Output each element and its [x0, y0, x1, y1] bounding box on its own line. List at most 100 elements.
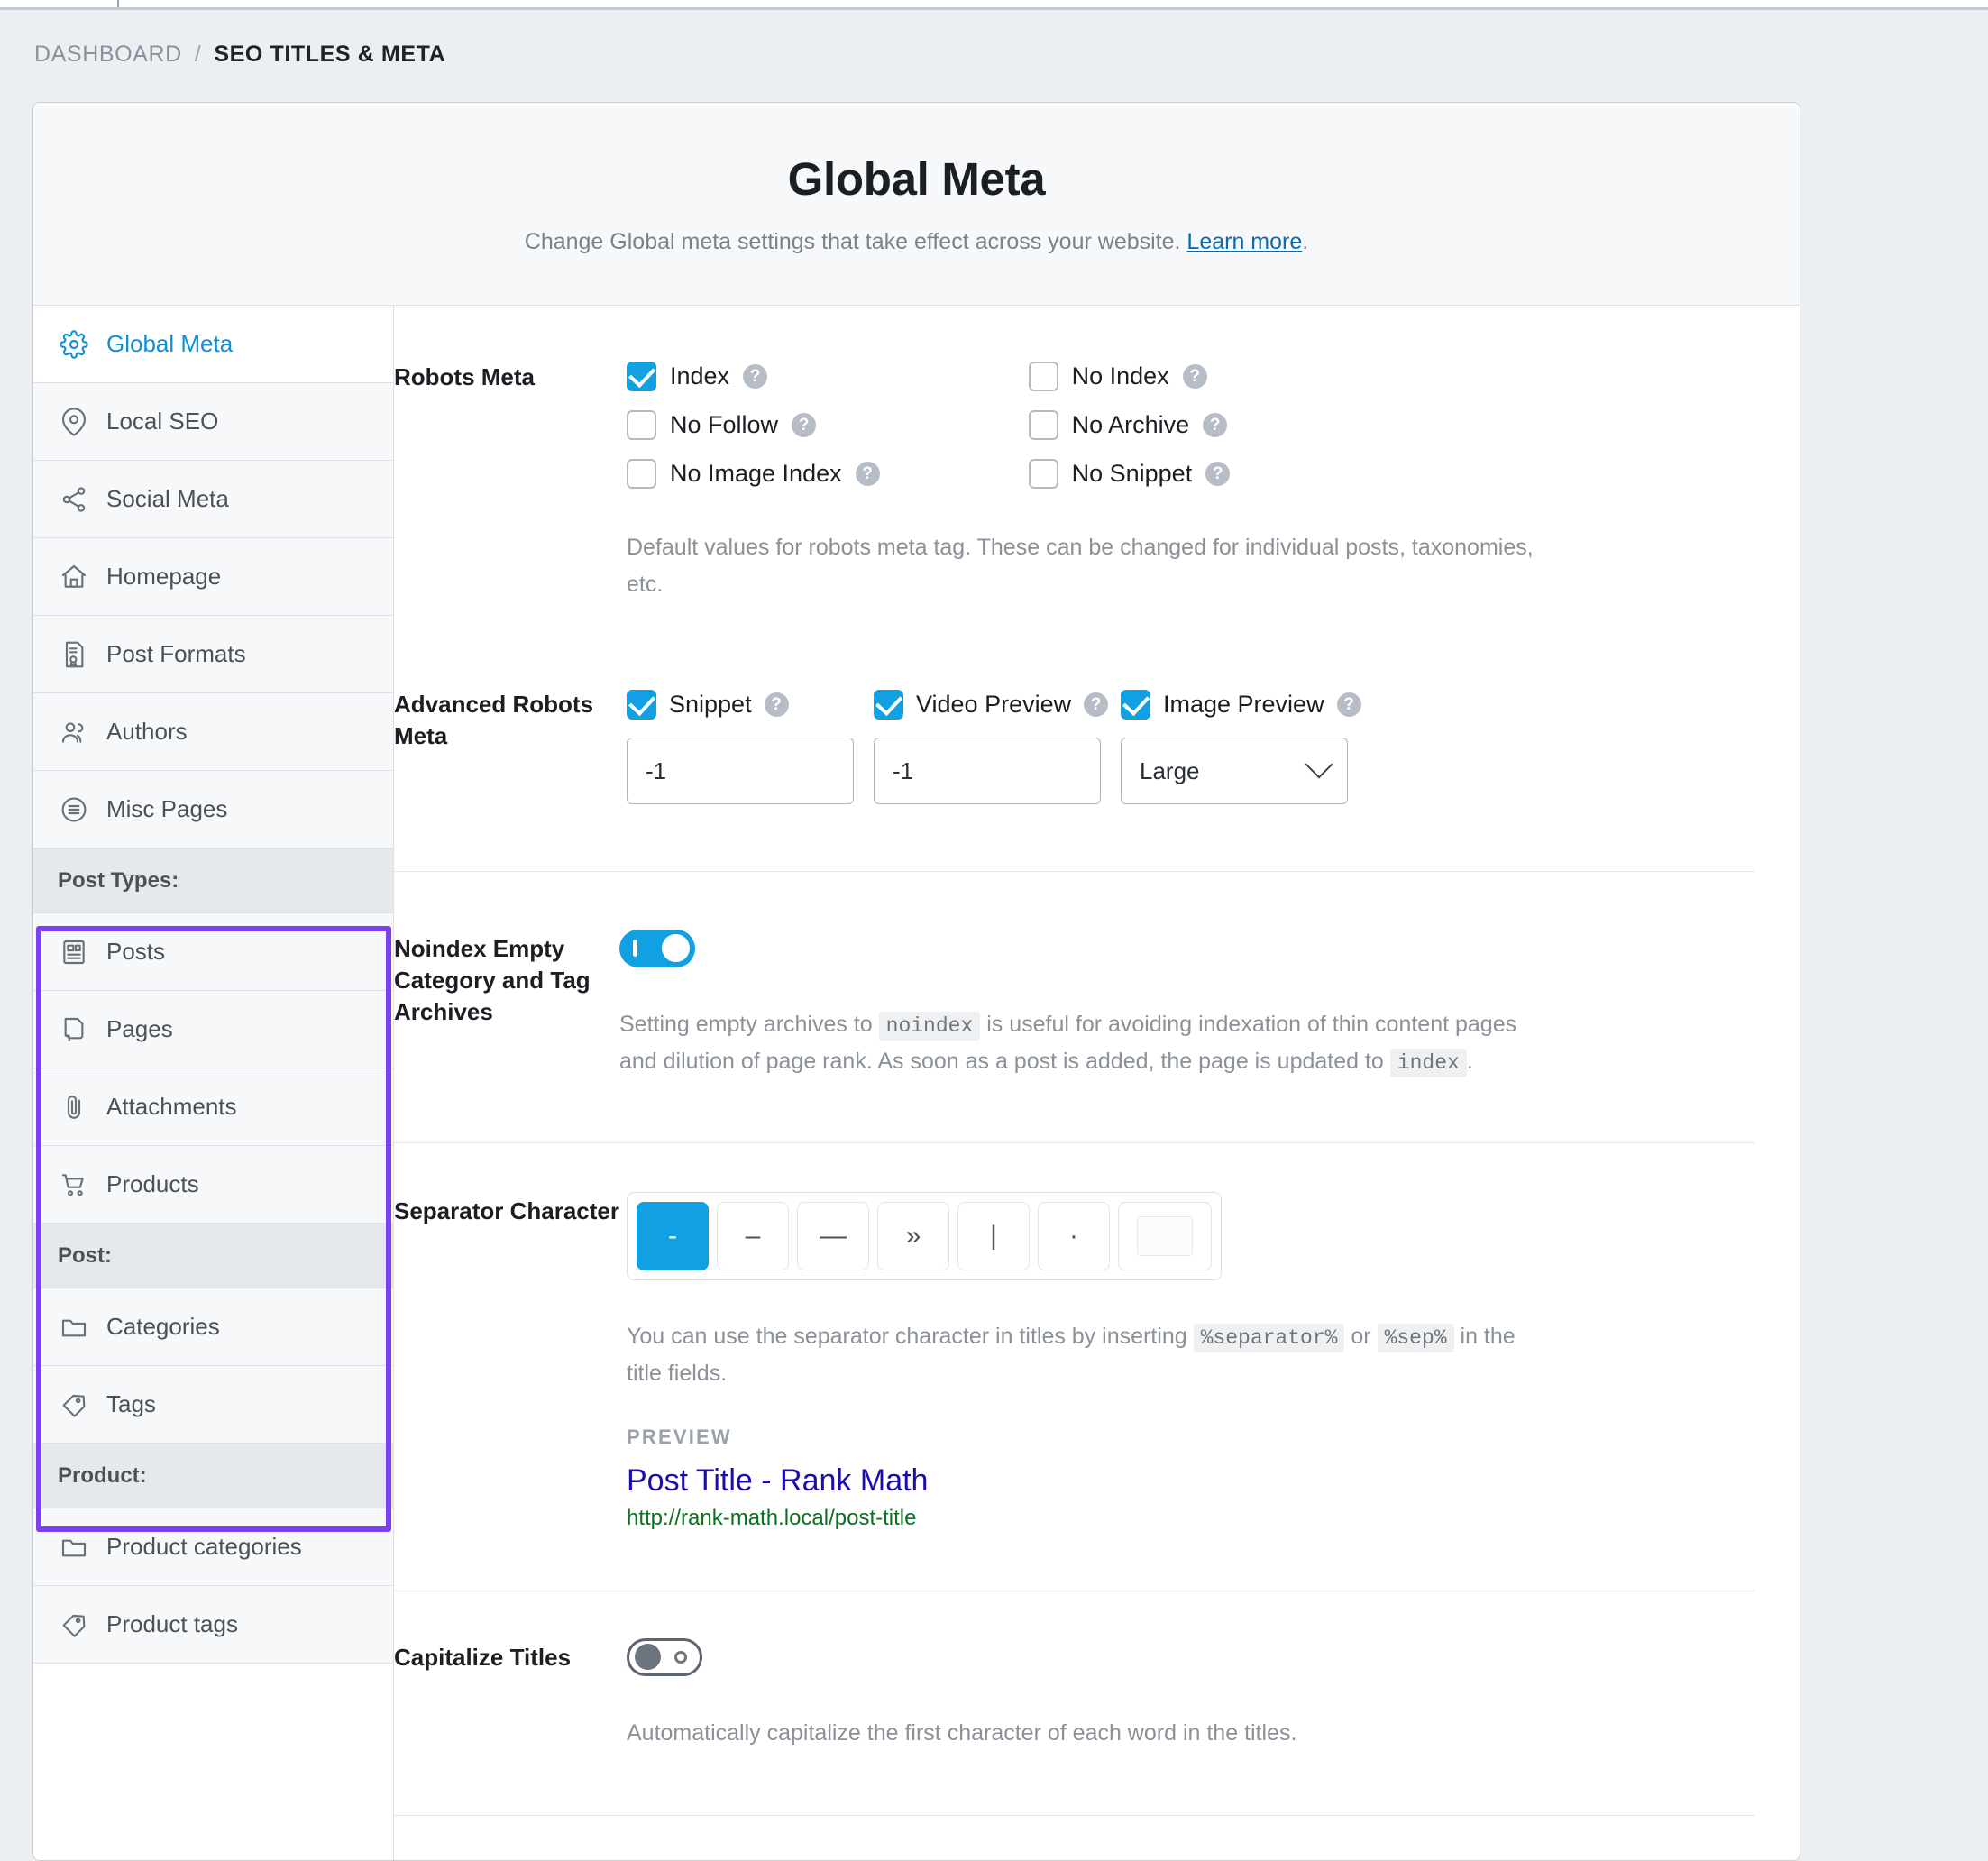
page-subtitle: Change Global meta settings that take ef… [525, 229, 1308, 255]
checkbox-row-no-follow[interactable]: No Follow ? [627, 407, 880, 443]
article-icon [59, 937, 89, 967]
checkbox-no-image-index[interactable] [627, 458, 656, 489]
sidebar-item-attachments[interactable]: Attachments [33, 1068, 393, 1146]
toggle-knob [635, 1644, 661, 1671]
checkbox-no-archive[interactable] [1028, 409, 1058, 440]
document-badge-icon [59, 639, 89, 670]
image-preview-select[interactable]: Large [1121, 738, 1348, 804]
breadcrumb: DASHBOARD / SEO TITLES & META [34, 41, 445, 68]
sidebar-item-posts[interactable]: Posts [33, 913, 393, 991]
home-icon [59, 562, 89, 592]
help-icon[interactable]: ? [1203, 412, 1228, 437]
checkbox-index[interactable] [627, 361, 656, 391]
toggle-bar [633, 940, 637, 957]
tag-icon [59, 1389, 89, 1420]
sidebar-item-social-meta[interactable]: Social Meta [33, 461, 393, 538]
code-index: index [1389, 1049, 1467, 1078]
sidebar-group-post: Post: [33, 1224, 393, 1288]
sidebar-item-authors[interactable]: Authors [33, 693, 393, 771]
separator-picker: - – — » | · [627, 1191, 1222, 1280]
gear-icon [59, 329, 89, 360]
tag-icon [59, 1609, 89, 1640]
subtitle-period: . [1302, 229, 1309, 254]
checkbox-label: No Index [1071, 362, 1169, 390]
help-icon[interactable]: ? [1084, 692, 1109, 717]
image-preview-value: Large [1140, 756, 1200, 784]
help-icon[interactable]: ? [1336, 692, 1361, 717]
help-icon[interactable]: ? [1205, 461, 1231, 486]
top-border [0, 7, 1988, 10]
noindex-empty-description: Setting empty archives to noindex is use… [619, 1006, 1530, 1081]
help-icon[interactable]: ? [1182, 363, 1207, 389]
capitalize-titles-description: Automatically capitalize the first chara… [627, 1720, 1297, 1746]
share-nodes-icon [59, 484, 89, 515]
separator-preview: PREVIEW Post Title - Rank Math http://ra… [627, 1426, 1754, 1531]
sidebar-item-global-meta[interactable]: Global Meta [33, 306, 393, 383]
breadcrumb-dashboard[interactable]: DASHBOARD [34, 41, 182, 68]
help-icon[interactable]: ? [764, 692, 789, 717]
sidebar-item-label: Attachments [106, 1093, 237, 1120]
sidebar-item-post-formats[interactable]: Post Formats [33, 616, 393, 693]
sidebar-item-products[interactable]: Products [33, 1146, 393, 1224]
sidebar-item-label: Product categories [106, 1533, 302, 1560]
desc-text-1: Setting empty archives to [619, 1012, 879, 1037]
separator-option-hyphen[interactable]: - [637, 1201, 709, 1270]
checkbox-row-no-snippet[interactable]: No Snippet ? [1028, 455, 1231, 491]
robots-meta-label: Robots Meta [394, 363, 535, 390]
checkbox-image-preview[interactable] [1121, 689, 1150, 720]
desc-text-3: . [1466, 1049, 1473, 1075]
checkbox-no-index[interactable] [1028, 361, 1058, 391]
sidebar-item-local-seo[interactable]: Local SEO [33, 383, 393, 461]
checkbox-row-no-index[interactable]: No Index ? [1028, 358, 1231, 394]
separator-option-endash[interactable]: – [717, 1201, 789, 1270]
tab-divider [117, 0, 119, 7]
sidebar-item-tags[interactable]: Tags [33, 1366, 393, 1444]
page-title: Global Meta [787, 153, 1046, 205]
sidebar-item-label: Homepage [106, 563, 222, 590]
advanced-field-image-preview: Image Preview ? Large [1121, 685, 1361, 804]
sidebar-item-product-tags[interactable]: Product tags [33, 1586, 393, 1664]
noindex-empty-row: Noindex Empty Category and Tag Archives … [394, 872, 1800, 1081]
help-icon[interactable]: ? [792, 412, 817, 437]
separator-character-label: Separator Character [394, 1196, 619, 1224]
checkbox-row-index[interactable]: Index ? [627, 358, 880, 394]
checkbox-video-preview[interactable] [874, 689, 903, 720]
separator-option-middot[interactable]: · [1038, 1201, 1110, 1270]
separator-option-emdash[interactable]: — [797, 1201, 869, 1270]
checkbox-row-no-image-index[interactable]: No Image Index ? [627, 455, 880, 491]
desc-text-1: You can use the separator character in t… [627, 1323, 1194, 1349]
sidebar-item-label: Products [106, 1170, 199, 1197]
checkbox-no-snippet[interactable] [1028, 458, 1058, 489]
sidebar-item-pages[interactable]: Pages [33, 991, 393, 1068]
checkbox-label: Index [670, 362, 730, 390]
sidebar-item-categories[interactable]: Categories [33, 1288, 393, 1366]
checkbox-label: No Image Index [670, 459, 842, 487]
folder-icon [59, 1532, 89, 1563]
learn-more-link[interactable]: Learn more [1186, 229, 1302, 254]
help-icon[interactable]: ? [743, 363, 768, 389]
sidebar-item-homepage[interactable]: Homepage [33, 538, 393, 616]
separator-description: You can use the separator character in t… [627, 1318, 1519, 1392]
preview-label: PREVIEW [627, 1426, 732, 1449]
capitalize-titles-toggle[interactable] [627, 1638, 702, 1677]
video-preview-input[interactable]: -1 [874, 738, 1101, 804]
noindex-empty-toggle[interactable] [619, 930, 695, 967]
snippet-input[interactable]: -1 [627, 738, 854, 804]
advanced-robots-meta-label: Advanced Robots Meta [394, 691, 594, 750]
sidebar-item-product-categories[interactable]: Product categories [33, 1508, 393, 1586]
sidebar-item-misc-pages[interactable]: Misc Pages [33, 771, 393, 848]
folder-icon [59, 1312, 89, 1343]
checkbox-label: No Follow [670, 410, 779, 438]
sidebar-item-label: Social Meta [106, 485, 229, 512]
help-icon[interactable]: ? [855, 461, 880, 486]
checkbox-snippet[interactable] [627, 689, 656, 720]
separator-option-custom[interactable] [1118, 1201, 1212, 1270]
separator-custom-input[interactable] [1137, 1215, 1193, 1256]
separator-option-pipe[interactable]: | [957, 1201, 1030, 1270]
checkbox-no-follow[interactable] [627, 409, 656, 440]
settings-content: Robots Meta Index ? No Follow ? No Image… [394, 306, 1800, 1860]
sidebar-group-post-types: Post Types: [33, 848, 393, 913]
card-header: Global Meta Change Global meta settings … [33, 103, 1800, 306]
checkbox-row-no-archive[interactable]: No Archive ? [1028, 407, 1231, 443]
separator-option-guillemet[interactable]: » [877, 1201, 949, 1270]
